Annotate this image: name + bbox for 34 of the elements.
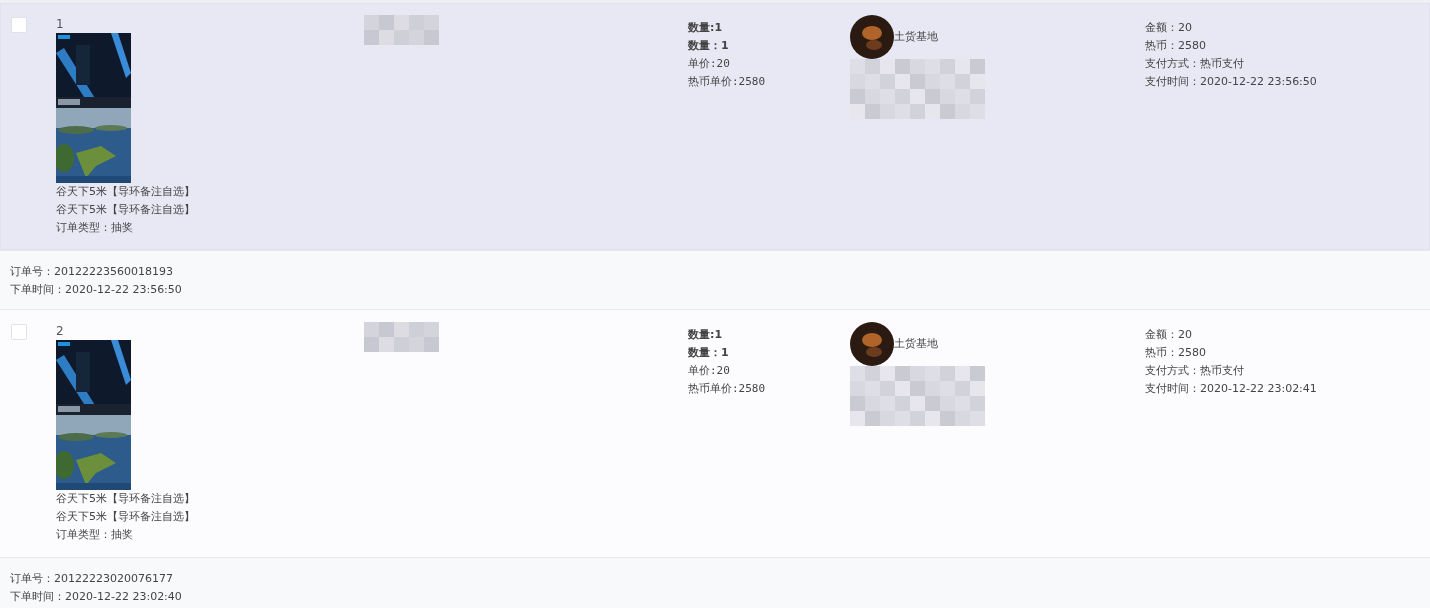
payment-info: 支付时间：2020-12-22 23:56:50 [1145,74,1317,90]
payment-info: 金额：20 [1145,20,1192,36]
product-name: 谷天下5米【导环备注自选】 [56,184,195,200]
checkbox[interactable] [11,324,27,340]
payment-info: 支付方式：热币支付 [1145,56,1244,72]
unit-price: 单价:20 [688,363,730,379]
payment-info: 金额：20 [1145,327,1192,343]
order-time: 下单时间：2020-12-22 23:02:40 [10,589,183,605]
checkbox[interactable] [11,17,27,33]
seller-name: 土货基地 [894,336,938,352]
order-number: 订单号：20122223020076177 [10,571,174,587]
avatar [850,322,894,366]
product-name: 谷天下5米【导环备注自选】 [56,202,195,218]
quantity: 数量:1 [688,327,723,343]
payment-info: 热币：2580 [1145,38,1206,54]
quantity: 数量:1 [688,20,723,36]
quantity: 数量：1 [688,38,729,54]
payment-info: 支付时间：2020-12-22 23:02:41 [1145,381,1317,397]
payment-info: 热币：2580 [1145,345,1206,361]
product-name: 谷天下5米【导环备注自选】 [56,509,195,525]
row-number: 2 [56,323,64,340]
payment-info: 支付方式：热币支付 [1145,363,1244,379]
seller-name: 土货基地 [894,29,938,45]
unit-price: 单价:20 [688,56,730,72]
coin-unit-price: 热币单价:2580 [688,74,766,90]
order-type: 订单类型：抽奖 [56,527,133,543]
product-name: 谷天下5米【导环备注自选】 [56,491,195,507]
coin-unit-price: 热币单价:2580 [688,381,766,397]
quantity: 数量：1 [688,345,729,361]
order-number: 订单号：20122223560018193 [10,264,174,280]
row-number: 1 [56,16,64,33]
order-time: 下单时间：2020-12-22 23:56:50 [10,282,183,298]
avatar [850,15,894,59]
order-type: 订单类型：抽奖 [56,220,133,236]
